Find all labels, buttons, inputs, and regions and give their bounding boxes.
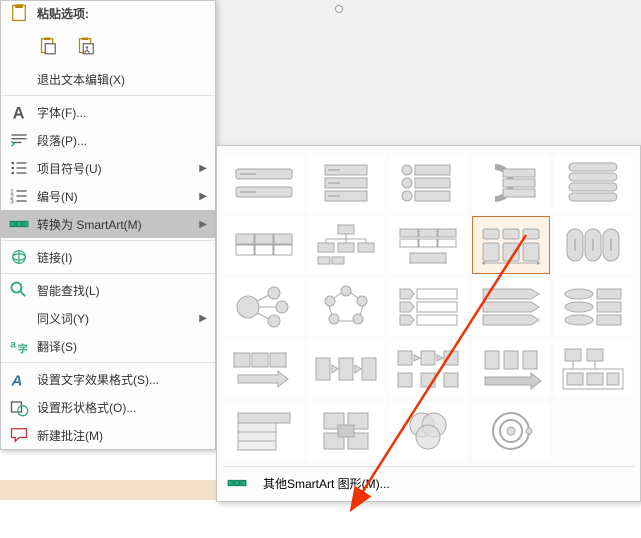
paste-options-row [1, 25, 215, 65]
submenu-arrow-icon: ▶ [199, 219, 207, 230]
paste-option-picture[interactable] [73, 31, 101, 59]
smartart-radial-list[interactable] [225, 278, 303, 336]
smartart-vertical-box-list[interactable] [307, 154, 385, 212]
font-icon: A [9, 102, 29, 122]
comment-icon [9, 425, 29, 445]
smartart-radial-cycle[interactable] [472, 402, 550, 460]
smartart-gallery-submenu: 其他SmartArt 图形(M)... [216, 145, 641, 502]
smartart-icon [227, 473, 247, 493]
paste-icon [9, 3, 29, 23]
slide-background [216, 0, 641, 145]
svg-text:A: A [11, 372, 23, 389]
menu-separator [1, 362, 215, 363]
menu-paragraph[interactable]: 段落(P)... [1, 126, 215, 154]
translate-icon: a字 [9, 336, 29, 356]
smartart-gallery [223, 152, 634, 462]
smartart-hierarchy[interactable] [307, 216, 385, 274]
smartart-icon [9, 214, 29, 234]
smartart-segmented-process[interactable] [472, 340, 550, 398]
smartart-matrix[interactable] [307, 402, 385, 460]
smartart-alternating-flow[interactable] [389, 340, 467, 398]
menu-format-shape[interactable]: 设置形状格式(O)... [1, 393, 215, 421]
submenu-arrow-icon: ▶ [199, 191, 207, 202]
smartart-basic-block-list[interactable] [225, 154, 303, 212]
bottom-highlight-bar [0, 480, 216, 500]
smartart-continuous-picture-list[interactable] [554, 216, 632, 274]
svg-text:字: 字 [18, 342, 28, 355]
bullets-icon [9, 158, 29, 178]
smartart-horizontal-bullet-list[interactable] [472, 154, 550, 212]
submenu-arrow-icon: ▶ [199, 163, 207, 174]
menu-new-comment[interactable]: 新建批注(M) [1, 421, 215, 449]
menu-bullets[interactable]: 项目符号(U) ▶ [1, 154, 215, 182]
smartart-venn[interactable] [389, 402, 467, 460]
more-smartart-label: 其他SmartArt 图形(M)... [263, 475, 390, 492]
smartart-vertical-bullet-list[interactable] [389, 154, 467, 212]
smartart-table-list[interactable] [225, 216, 303, 274]
menu-exit-text-edit[interactable]: 退出文本编辑(X) [1, 65, 215, 93]
smartart-horizontal-hierarchy[interactable] [389, 216, 467, 274]
slide-rotation-handle[interactable] [335, 5, 343, 13]
menu-numbering[interactable]: 123 编号(N) ▶ [1, 182, 215, 210]
menu-font[interactable]: A 字体(F)... [1, 98, 215, 126]
smartart-grouped-list[interactable] [554, 340, 632, 398]
paste-header-text: 粘贴选项: [37, 5, 89, 22]
svg-text:3: 3 [10, 199, 14, 206]
paste-options-header: 粘贴选项: [1, 1, 215, 25]
smartart-pyramid-list[interactable] [554, 278, 632, 336]
search-icon [9, 280, 29, 300]
menu-separator [1, 273, 215, 274]
smartart-vertical-arrow-list[interactable] [472, 278, 550, 336]
smartart-table-hierarchy[interactable] [225, 402, 303, 460]
more-smartart-item[interactable]: 其他SmartArt 图形(M)... [223, 466, 634, 495]
menu-synonyms[interactable]: 同义词(Y) ▶ [1, 304, 215, 332]
smartart-basic-process[interactable] [225, 340, 303, 398]
smartart-vertical-chevron-list[interactable] [389, 278, 467, 336]
link-icon [9, 247, 29, 267]
menu-format-text-effects[interactable]: A 设置文字效果格式(S)... [1, 365, 215, 393]
paste-option-keep-source[interactable] [35, 31, 63, 59]
menu-separator [1, 95, 215, 96]
numbering-icon: 123 [9, 186, 29, 206]
smartart-cycle[interactable] [307, 278, 385, 336]
smartart-continuous-block-process[interactable] [307, 340, 385, 398]
menu-convert-smartart[interactable]: 转换为 SmartArt(M) ▶ [1, 210, 215, 238]
menu-link[interactable]: 链接(I) [1, 243, 215, 271]
menu-smart-lookup[interactable]: 智能查找(L) [1, 276, 215, 304]
context-menu: 粘贴选项: 退出文本编辑(X) A 字体(F)... 段落(P)... 项目符号… [0, 0, 216, 450]
submenu-arrow-icon: ▶ [199, 313, 207, 324]
svg-text:A: A [13, 104, 25, 122]
smartart-picture-accent-list[interactable] [472, 216, 550, 274]
format-shape-icon [9, 397, 29, 417]
smartart-stacked-list[interactable] [554, 154, 632, 212]
svg-text:a: a [10, 339, 16, 350]
text-effects-icon: A [9, 369, 29, 389]
menu-translate[interactable]: a字 翻译(S) [1, 332, 215, 360]
paragraph-icon [9, 130, 29, 150]
menu-separator [1, 240, 215, 241]
